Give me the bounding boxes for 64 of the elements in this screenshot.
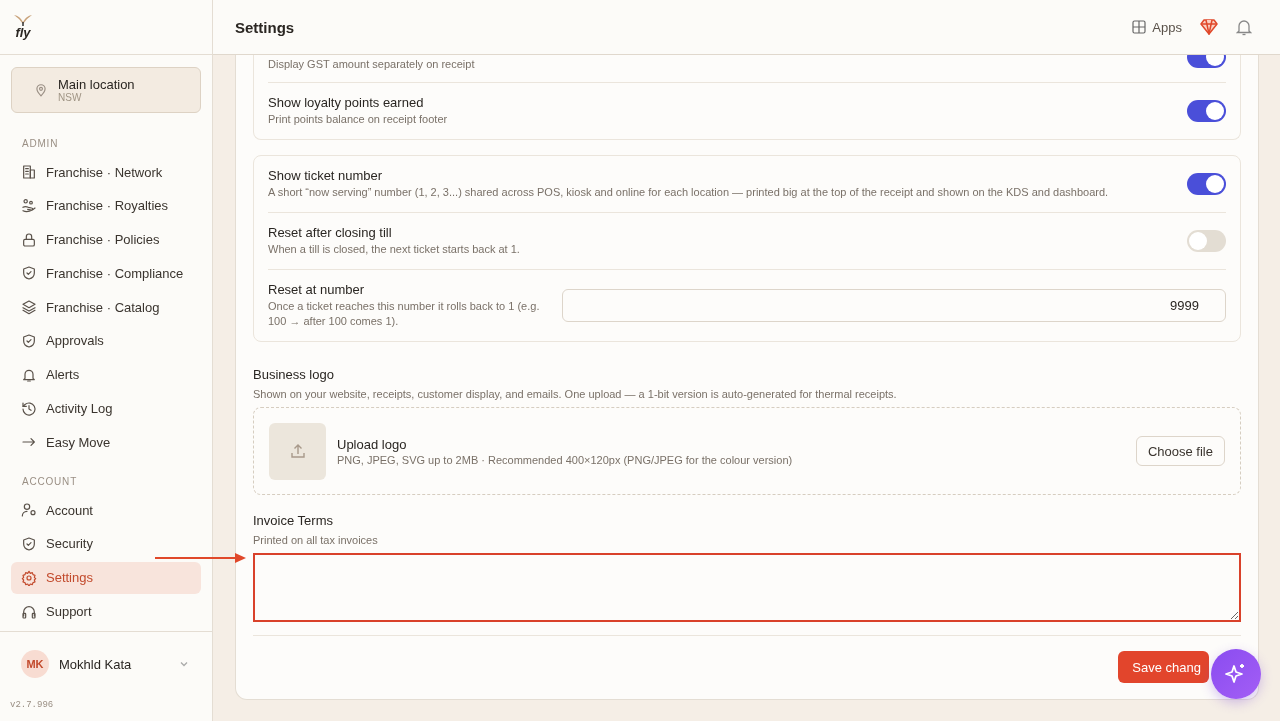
- layers-icon: [21, 299, 37, 316]
- page-title: Settings: [235, 18, 295, 36]
- nav-item[interactable]: Support: [11, 595, 201, 628]
- invoice-terms-field[interactable]: [253, 553, 1241, 622]
- apps-button[interactable]: Apps: [1132, 19, 1182, 35]
- toggle-switch[interactable]: [1187, 173, 1226, 195]
- nav-item[interactable]: Franchise · Catalog: [11, 291, 201, 324]
- version-label: v2.7.996: [9, 699, 55, 712]
- nav-item[interactable]: Franchise · Policies: [11, 223, 201, 256]
- setting-title: Show loyalty points earned: [268, 95, 425, 110]
- history-icon: [21, 400, 37, 417]
- shield-icon: [21, 333, 37, 349]
- upload-icon: [269, 422, 326, 480]
- nav-item[interactable]: Account: [11, 494, 201, 527]
- nav-item[interactable]: Activity Log: [11, 392, 201, 425]
- choose-file-button[interactable]: Choose file: [1135, 436, 1225, 466]
- section-description: Shown on your website, receipts, customer display, and emails. One upload — a 1-bit version is auto-generated for thermal receipts.: [253, 388, 898, 400]
- upload-hint: PNG, JPEG, SVG up to 2MB · Recommended 400×120px (PNG/JPEG for the colour version): [337, 453, 794, 466]
- section-heading: ADMIN: [21, 137, 60, 151]
- setting-description: Display GST amount separately on receipt: [268, 57, 476, 72]
- section-title: Invoice Terms: [253, 513, 334, 528]
- building-icon: [21, 164, 37, 180]
- setting-title: Show ticket number: [268, 168, 384, 183]
- nav-item[interactable]: Franchise · Compliance: [11, 257, 201, 290]
- hand-icon: [21, 197, 37, 214]
- location-region: NSW: [58, 92, 83, 103]
- fly-logo: fly: [13, 14, 33, 40]
- setting-description: When a till is closed, the next ticket starts back at 1.: [268, 242, 521, 257]
- shield-icon: [21, 535, 37, 552]
- nav-item[interactable]: Easy Move: [11, 426, 201, 459]
- grid-icon: [1132, 20, 1147, 34]
- lock-icon: [21, 231, 37, 248]
- nav-item[interactable]: Alerts: [11, 358, 201, 391]
- toggle-switch[interactable]: [1187, 230, 1226, 252]
- logo-dropzone[interactable]: Upload logo PNG, JPEG, SVG up to 2MB · Recommended 400×120px (PNG/JPEG for the colour version) Choose file: [253, 407, 1241, 495]
- location-name: Main location: [58, 77, 135, 92]
- shield-icon: [21, 265, 37, 282]
- nav-item[interactable]: Franchise · Network: [11, 156, 201, 188]
- nav-item[interactable]: Approvals: [11, 325, 201, 357]
- nav-item[interactable]: Security: [11, 527, 201, 560]
- headset-icon: [21, 603, 37, 620]
- setting-description: Once a ticket reaches this number it rolls back to 1 (e.g. 100 → after 100 comes 1).: [268, 299, 541, 329]
- gear-icon: [21, 569, 37, 586]
- toggle-switch[interactable]: [1187, 100, 1226, 122]
- user-icon: [21, 502, 37, 519]
- section-heading: ACCOUNT: [21, 475, 79, 490]
- number-input[interactable]: 9999: [562, 289, 1226, 322]
- setting-description: Print points balance on receipt footer: [268, 112, 449, 127]
- section-description: Printed on all tax invoices: [253, 534, 379, 546]
- setting-title: Reset after closing till: [268, 225, 393, 240]
- pin-icon: [34, 83, 48, 97]
- user-menu[interactable]: MK Mokhld Kata: [0, 631, 212, 696]
- user-name: Mokhld Kata: [59, 656, 133, 672]
- bell-icon[interactable]: [1236, 18, 1252, 36]
- upload-title: Upload logo: [337, 436, 408, 452]
- user-avatar: MK: [21, 650, 49, 678]
- setting-title: Reset at number: [268, 282, 366, 297]
- nav-item[interactable]: Franchise · Royalties: [11, 189, 201, 222]
- nav-item[interactable]: Settings: [11, 561, 201, 594]
- gem-icon[interactable]: [1200, 19, 1218, 35]
- setting-description: A short “now serving” number (1, 2, 3...) shared across POS, kiosk and online for each location — printed big at the top of the receipt and shown on the KDS and dashboard.: [268, 185, 1110, 200]
- save-button[interactable]: Save chang: [1118, 651, 1209, 683]
- section-title: Business logo: [253, 367, 335, 382]
- location-selector[interactable]: Main location NSW: [11, 67, 201, 113]
